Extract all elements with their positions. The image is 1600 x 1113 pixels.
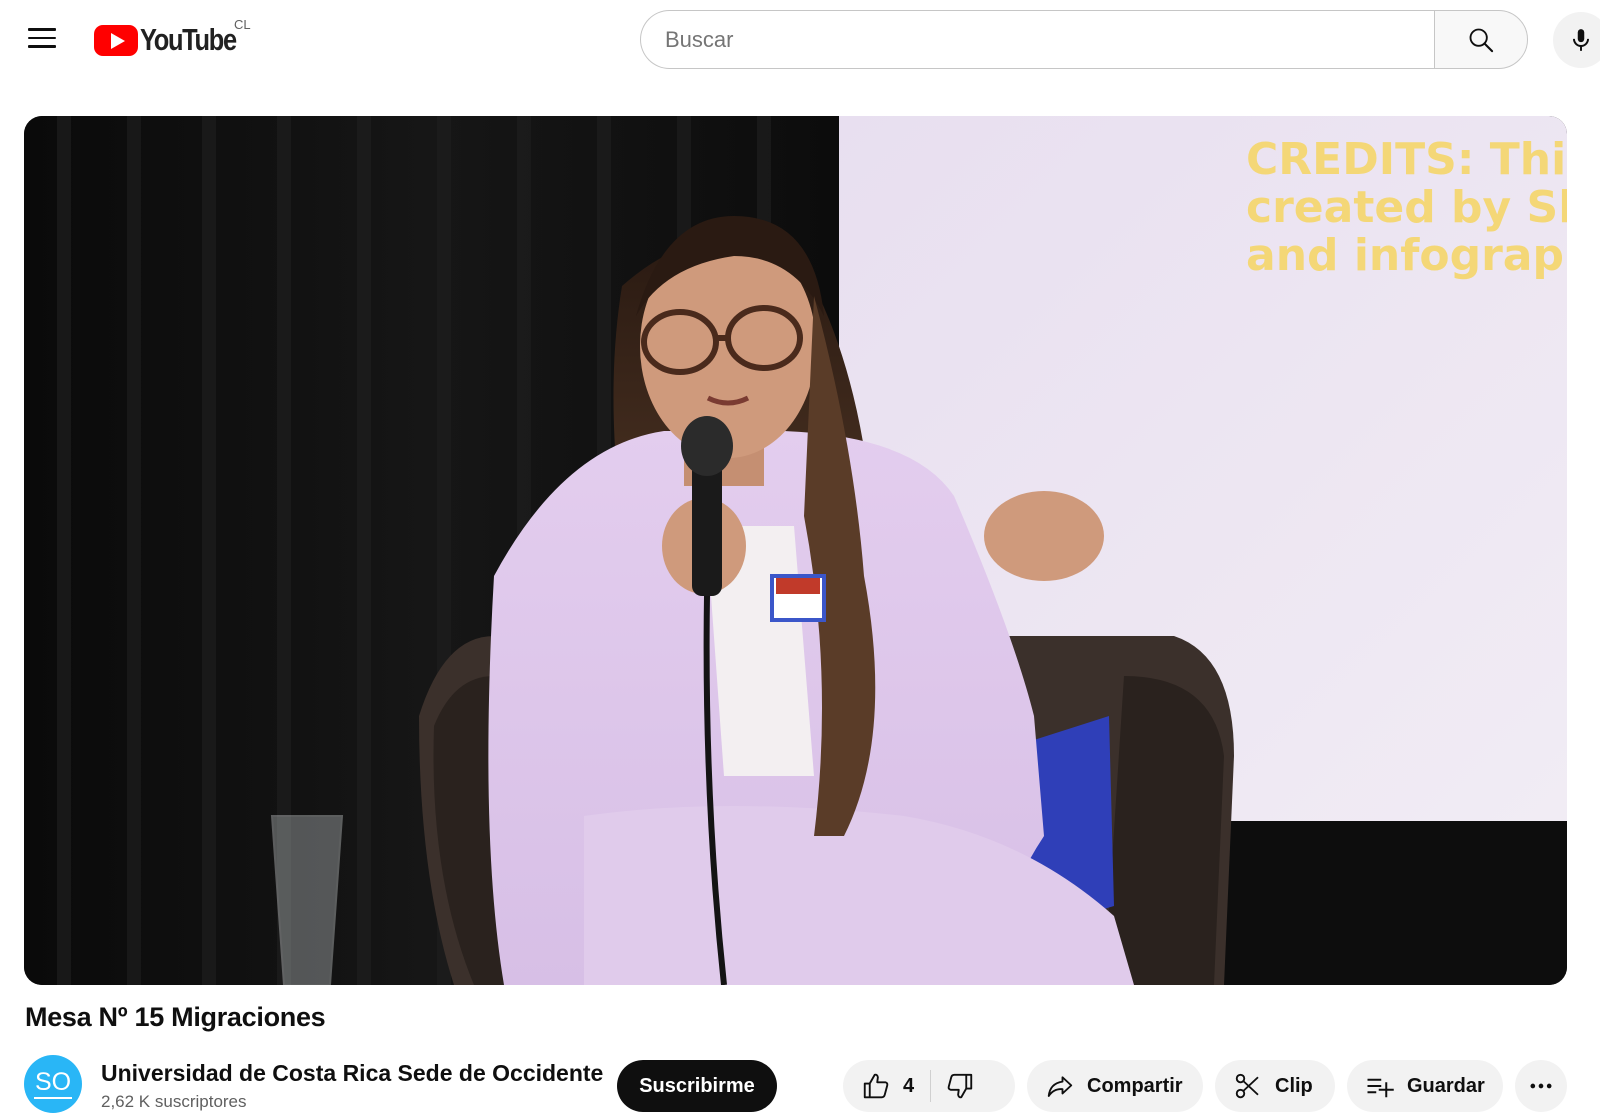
- search-icon: [1469, 28, 1494, 52]
- video-frame: CREDITS: This pr created by Slide and in…: [24, 116, 1567, 985]
- more-horizontal-icon: [1530, 1083, 1552, 1089]
- dislike-button[interactable]: [931, 1060, 975, 1112]
- clip-button[interactable]: Clip: [1215, 1060, 1335, 1112]
- save-button[interactable]: Guardar: [1347, 1060, 1503, 1112]
- voice-search-button[interactable]: [1553, 12, 1600, 68]
- share-button[interactable]: Compartir: [1027, 1060, 1203, 1112]
- search-button[interactable]: [1434, 10, 1528, 69]
- menu-icon-bar: [28, 36, 56, 39]
- avatar-initials: SO: [33, 1069, 73, 1099]
- menu-icon-bar: [28, 45, 56, 48]
- slide-text-line: CREDITS: This pr: [1246, 134, 1567, 185]
- thumbs-up-icon: [863, 1073, 889, 1099]
- country-code: CL: [234, 17, 251, 32]
- microphone-icon: [1572, 29, 1590, 51]
- youtube-logo[interactable]: YouTube: [94, 22, 257, 58]
- scissors-icon: [1235, 1073, 1259, 1099]
- share-icon: [1047, 1076, 1073, 1097]
- menu-button[interactable]: [22, 22, 62, 58]
- thumbs-down-icon: [947, 1073, 973, 1099]
- search-input[interactable]: [665, 26, 1439, 53]
- clip-label: Clip: [1275, 1074, 1313, 1097]
- like-count: 4: [903, 1074, 915, 1097]
- save-label: Guardar: [1407, 1074, 1485, 1097]
- logo-text: YouTube: [140, 22, 237, 57]
- add-to-playlist-icon: [1367, 1078, 1394, 1098]
- search-box: [640, 10, 1439, 69]
- like-button[interactable]: 4: [843, 1060, 930, 1112]
- channel-avatar[interactable]: SO: [24, 1055, 82, 1113]
- channel-name[interactable]: Universidad de Costa Rica Sede de Occide…: [101, 1060, 603, 1087]
- slide-text-line: created by Slide: [1246, 182, 1567, 233]
- video-title: Mesa Nº 15 Migraciones: [25, 1002, 326, 1032]
- more-actions-button[interactable]: [1515, 1060, 1567, 1112]
- video-player[interactable]: CREDITS: This pr created by Slide and in…: [24, 116, 1567, 985]
- subscriber-count: 2,62 K suscriptores: [101, 1092, 247, 1111]
- share-label: Compartir: [1087, 1074, 1183, 1097]
- youtube-play-icon: [94, 24, 138, 56]
- subscribe-button[interactable]: Suscribirme: [617, 1060, 777, 1112]
- menu-icon-bar: [28, 28, 56, 31]
- slide-text-line: and infographic: [1246, 230, 1567, 281]
- like-dislike-group: 4: [843, 1060, 1015, 1112]
